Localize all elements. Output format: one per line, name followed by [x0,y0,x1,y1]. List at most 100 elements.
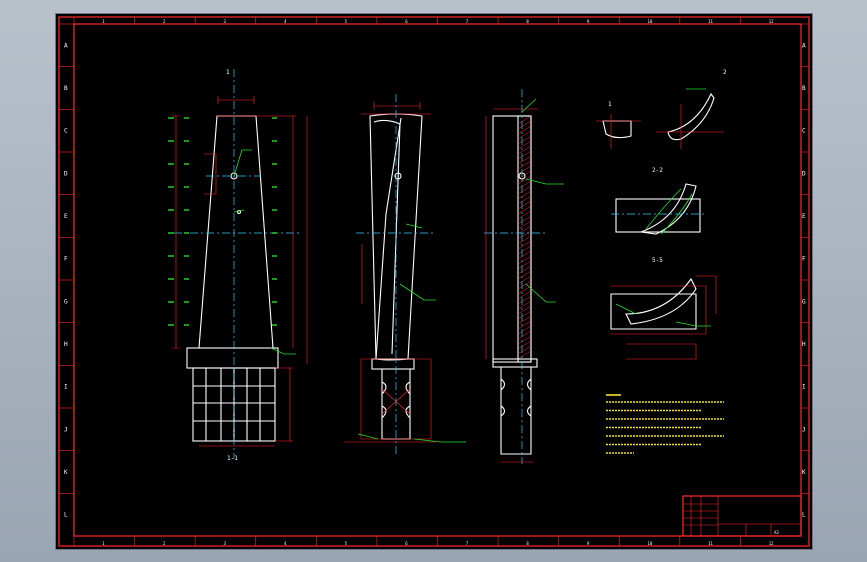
col-number-bottom: 5 [345,541,348,546]
col-number-bottom: 4 [284,541,287,546]
hatch-line [517,250,532,260]
hatch-line [517,185,532,195]
hatch-line [517,330,532,340]
hatch-line [517,130,532,140]
hatch-line [517,265,532,275]
section-2-2: 2-2 [611,167,706,235]
col-number-top: 1 [102,19,105,24]
hatch-line [517,160,532,170]
hatch-line [517,335,532,345]
hatch-line [517,205,532,215]
hatch-line [517,115,532,125]
col-number-top: 4 [284,19,287,24]
row-letter-left: I [64,384,68,391]
row-letter-left: E [64,213,68,220]
col-number-top: 3 [223,19,226,24]
row-letter-right: E [802,213,806,220]
svg-text:5-5: 5-5 [652,257,663,264]
row-letter-right: C [802,128,806,135]
side-view [344,94,466,454]
row-letter-left: B [64,85,68,92]
col-number-top: 10 [648,19,653,24]
col-number-top: 6 [405,19,408,24]
hatch-line [517,180,532,190]
front-view: 1 1-1 [172,69,308,462]
zone-markers: A AB BC CD DE EF FG GH HI IJ JK KL L1122334455667788… [59,17,809,546]
col-number-top: 8 [526,19,529,24]
col-number-top: 2 [163,19,166,24]
section-view [484,89,564,464]
col-number-bottom: 8 [526,541,529,546]
hatch-line [517,195,532,205]
col-number-bottom: 3 [223,541,226,546]
hatch-line [517,120,532,130]
row-letter-right: L [802,512,806,519]
row-letter-left: F [64,256,68,263]
col-number-bottom: 7 [466,541,469,546]
hatch-line [517,235,532,245]
col-number-bottom: 12 [769,541,774,546]
col-number-top: 5 [345,19,348,24]
svg-text:A3: A3 [774,530,779,535]
col-number-bottom: 10 [648,541,653,546]
row-letter-left: J [64,426,68,433]
hatch-line [517,200,532,210]
dimension-labels [168,117,277,326]
col-number-bottom: 11 [708,541,713,546]
row-letter-left: A [64,42,68,49]
hatch-line [517,315,532,325]
hatch-line [517,340,532,350]
row-letter-left: H [64,341,68,348]
hatch-line [517,320,532,330]
row-letter-right: K [802,469,806,476]
row-letter-left: L [64,512,68,519]
row-letter-right: I [802,384,806,391]
row-letter-right: D [802,170,806,177]
row-letter-left: G [64,298,68,305]
col-number-top: 7 [466,19,469,24]
hatch-line [517,240,532,250]
hatch-line [517,140,532,150]
hatch-line [517,275,532,285]
hatch-line [517,280,532,290]
hatch-line [517,135,532,145]
hatch-line [517,290,532,300]
hatch-line [517,150,532,160]
col-number-top: 11 [708,19,713,24]
row-letter-right: G [802,298,806,305]
hatch-line [517,300,532,310]
hatch-line [517,350,532,360]
hatch-line [517,305,532,315]
svg-text:1: 1 [608,101,612,108]
outer-border [58,16,810,547]
col-number-top: 9 [587,19,590,24]
col-number-bottom: 1 [102,541,105,546]
col-number-top: 12 [769,19,774,24]
hatch-line [517,325,532,335]
hatch-line [517,230,532,240]
section-detail-top: 1 2 [596,69,727,149]
hatch-line [517,345,532,355]
hatch-line [517,220,532,230]
hatch-line [517,260,532,270]
hatch-line [517,270,532,280]
hatch-line [517,165,532,175]
hatch-line [517,255,532,265]
hatch-line [517,310,532,320]
svg-text:2-2: 2-2 [652,167,663,174]
col-number-bottom: 2 [163,541,166,546]
section-5-5: 5-5 [610,257,717,360]
cad-drawing-viewport[interactable]: AABBCCDDEEFFGGHHIIJJKKLL1122334455667788… [55,13,813,550]
hatch-line [517,215,532,225]
hatch-line [517,295,532,305]
row-letter-right: J [802,426,806,433]
hatch-line [517,125,532,135]
hatch-line [517,190,532,200]
col-number-bottom: 9 [587,541,590,546]
svg-text:2: 2 [723,69,727,76]
hatch-line [517,145,532,155]
row-letter-left: K [64,469,68,476]
title-block: A3 [682,495,802,537]
row-letter-left: C [64,128,68,135]
col-number-bottom: 6 [405,541,408,546]
